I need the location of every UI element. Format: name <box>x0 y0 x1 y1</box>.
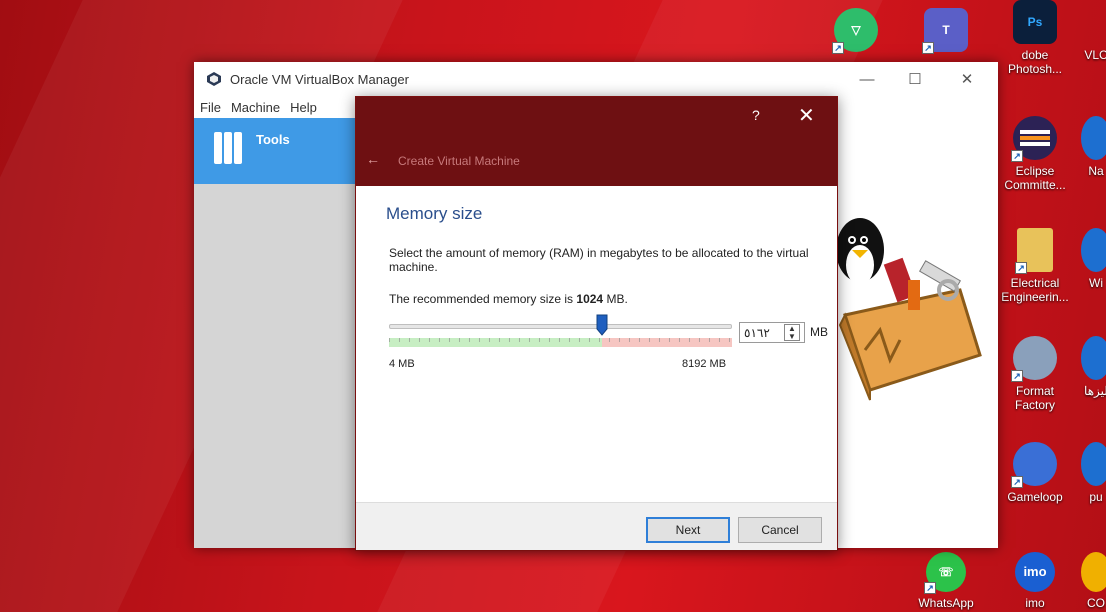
photoshop-icon: Ps <box>1013 0 1057 44</box>
teams-icon: T ↗ <box>922 8 968 54</box>
vlc-icon <box>1076 0 1106 44</box>
tools-icon <box>214 132 242 164</box>
memory-slider-track[interactable] <box>389 324 732 329</box>
gameloop-icon: ↗ <box>1011 442 1057 488</box>
sidebar-item-label: Tools <box>256 132 290 147</box>
machine-sidebar: Tools <box>194 118 356 548</box>
dialog-body: Memory size Select the amount of memory … <box>356 186 837 504</box>
desktop-icon-arabic[interactable]: ليزها <box>1076 336 1106 398</box>
recommended-value: 1024 <box>576 292 604 306</box>
back-arrow-icon[interactable]: ← <box>366 151 380 167</box>
share-icon: ▽ ↗ <box>832 8 878 54</box>
slider-tickmarks <box>389 338 732 342</box>
page-heading: Memory size <box>386 204 483 223</box>
app-icon <box>1081 336 1106 380</box>
desktop-icon-whatsapp[interactable]: ☏ ↗ WhatsApp <box>906 552 986 610</box>
desktop-icon-format-factory[interactable]: ↗ Format Factory <box>996 336 1074 412</box>
dialog-title: Create Virtual Machine <box>398 154 520 168</box>
desktop-icon-na[interactable]: Na <box>1076 116 1106 178</box>
create-vm-dialog: ? ✕ ← Create Virtual Machine Memory size… <box>355 96 838 551</box>
menu-help[interactable]: Help <box>290 100 317 115</box>
tux-toolbox-illustration <box>836 218 982 401</box>
folder-icon: ↗ <box>1015 228 1053 274</box>
desktop-icon-imo[interactable]: imo imo <box>996 552 1074 610</box>
close-dialog-button[interactable]: ✕ <box>798 103 815 128</box>
desktop-icon-label: imo <box>1025 596 1045 610</box>
desktop-icon-label: dobe Photosh... <box>1007 48 1063 76</box>
maximize-icon: ☐ <box>908 71 922 88</box>
desktop-icon-eclipse[interactable]: ↗ Eclipse Committe... <box>996 116 1074 192</box>
desktop-icon-label: WhatsApp <box>918 596 974 610</box>
whatsapp-icon: ☏ ↗ <box>924 552 966 594</box>
minimize-button[interactable]: — <box>844 62 890 96</box>
next-button[interactable]: Next <box>646 517 730 543</box>
imo-icon: imo <box>1015 552 1055 592</box>
slider-min-label: 4 MB <box>389 358 415 370</box>
memory-size-spinbox[interactable]: ▲▼ <box>739 322 805 343</box>
sidebar-item-tools[interactable]: Tools <box>194 118 355 184</box>
memory-slider-handle[interactable] <box>596 314 608 336</box>
menu-machine[interactable]: Machine <box>231 100 280 115</box>
app-icon <box>1081 552 1106 592</box>
desktop-icon-label: Na <box>1088 164 1104 178</box>
help-button[interactable]: ? <box>752 107 760 123</box>
desktop-icon-label: VLC <box>1084 48 1106 62</box>
app-icon <box>1081 116 1106 160</box>
format-factory-icon: ↗ <box>1011 336 1057 382</box>
window-title: Oracle VM VirtualBox Manager <box>230 71 409 87</box>
recommended-memory-text: The recommended memory size is 1024 MB. <box>389 292 628 306</box>
app-icon <box>1081 228 1106 272</box>
recommended-suffix: MB. <box>603 292 628 306</box>
close-window-button[interactable]: ✕ <box>944 62 990 96</box>
spin-arrows-icon[interactable]: ▲ ▼ <box>784 324 800 341</box>
dialog-header: ? ✕ ← Create Virtual Machine <box>356 97 837 186</box>
close-icon: ✕ <box>960 71 974 88</box>
desktop-icon-label: Gameloop <box>1007 490 1063 504</box>
dialog-footer: Next Cancel <box>356 502 837 550</box>
maximize-button[interactable]: ☐ <box>892 62 938 96</box>
menu-file[interactable]: File <box>200 100 221 115</box>
virtualbox-logo-icon <box>207 72 221 86</box>
desktop-icon-app-green[interactable]: ▽ ↗ <box>816 8 896 56</box>
eclipse-icon: ↗ <box>1011 116 1057 162</box>
desktop-icon-teams[interactable]: T ↗ <box>906 8 986 56</box>
desktop-icon-electrical[interactable]: ↗ Electrical Engineerin... <box>996 228 1074 304</box>
cancel-button[interactable]: Cancel <box>738 517 822 543</box>
desktop-icon-label: Eclipse Committe... <box>1004 164 1066 192</box>
memory-size-input[interactable] <box>740 325 782 340</box>
memory-description: Select the amount of memory (RAM) in meg… <box>389 246 809 274</box>
desktop-icon-label: ليزها <box>1084 384 1106 398</box>
desktop-icon-co[interactable]: CO <box>1076 552 1106 610</box>
minimize-icon: — <box>859 70 875 88</box>
desktop-icon-label: CO <box>1087 596 1105 610</box>
desktop-icon-label: Format Factory <box>1014 384 1055 412</box>
desktop-icon-vlc[interactable]: VLC <box>1076 0 1106 62</box>
app-icon <box>1081 442 1106 486</box>
desktop-icon-pu[interactable]: pu <box>1076 442 1106 504</box>
desktop-icon-wi[interactable]: Wi <box>1076 228 1106 290</box>
desktop-icon-label: Electrical Engineerin... <box>1001 276 1069 304</box>
desktop-icon-label: Wi <box>1089 276 1103 290</box>
memory-unit-label: MB <box>810 325 828 339</box>
recommended-prefix: The recommended memory size is <box>389 292 577 306</box>
desktop-icon-photoshop[interactable]: Ps dobe Photosh... <box>996 0 1074 76</box>
slider-max-label: 8192 MB <box>682 358 727 370</box>
desktop-icon-label: pu <box>1089 490 1103 504</box>
desktop-icon-gameloop[interactable]: ↗ Gameloop <box>996 442 1074 504</box>
